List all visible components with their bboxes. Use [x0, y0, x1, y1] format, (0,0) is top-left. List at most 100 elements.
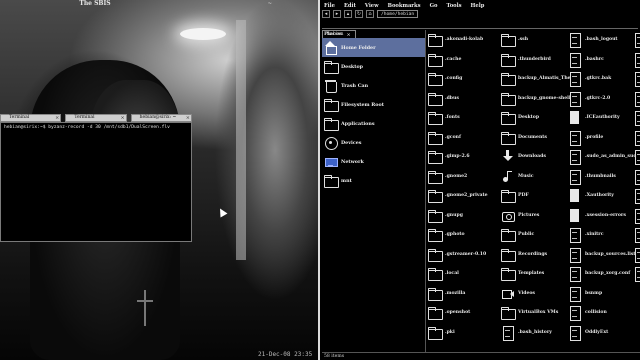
file-item[interactable]: Pictures: [501, 206, 578, 226]
file-icon: [633, 111, 640, 127]
sidebar-item[interactable]: Desktop: [322, 57, 425, 76]
file-item[interactable]: .fonts: [428, 108, 488, 128]
reload-icon[interactable]: ↻: [355, 10, 363, 18]
close-icon[interactable]: ×: [55, 115, 59, 121]
file-item[interactable]: VirtualBox VMs: [501, 303, 578, 323]
location-bar[interactable]: /home/hebian: [377, 10, 419, 18]
file-item[interactable]: .config: [428, 69, 488, 89]
folder-icon: [428, 248, 443, 262]
file-item[interactable]: .gnupg: [428, 206, 488, 226]
file-item[interactable]: .Xauthority: [568, 186, 640, 206]
file-item[interactable]: .thumbnails: [568, 167, 640, 187]
file-item[interactable]: .openshot: [428, 303, 488, 323]
file-name: .profile: [585, 134, 604, 140]
file-item[interactable]: Downloads: [501, 147, 578, 167]
file-item[interactable]: PDF: [501, 186, 578, 206]
menu-bookmarks[interactable]: Bookmarks: [388, 3, 421, 9]
terminal-tab[interactable]: Terminal ×: [0, 114, 62, 122]
file-item[interactable]: .akonadi-kolab: [428, 30, 488, 50]
file-item[interactable]: .gconf: [428, 128, 488, 148]
folder-icon: [428, 228, 443, 243]
file-item[interactable]: .thunderbird: [501, 50, 578, 70]
close-icon[interactable]: ×: [120, 115, 124, 121]
file-item[interactable]: .xsession-errors: [568, 206, 640, 226]
folder-icon: [501, 189, 516, 204]
file-item[interactable]: .sudo_as_admin_successful: [568, 147, 640, 167]
file-name: backup_sources.list: [585, 251, 636, 257]
file-item[interactable]: Documents: [501, 128, 578, 148]
terminal-tab[interactable]: Terminal ×: [65, 114, 127, 122]
file-item[interactable]: .gnome2_private: [428, 186, 488, 206]
file-item[interactable]: [633, 245, 640, 265]
file-item[interactable]: .dbus: [428, 89, 488, 109]
menu-edit[interactable]: Edit: [344, 3, 356, 9]
terminal-window[interactable]: hebian@sirix:~$ byzanz-record -d 30 /mnt…: [0, 122, 192, 242]
file-name: .config: [445, 76, 463, 82]
file-item[interactable]: bsnmp: [568, 284, 640, 304]
file-item[interactable]: .bashrc: [568, 50, 640, 70]
file-item[interactable]: backup_xorg.conf: [568, 264, 640, 284]
file-item[interactable]: [633, 225, 640, 245]
sidebar-item[interactable]: Devices: [322, 133, 425, 152]
sidebar-item[interactable]: Network: [322, 152, 425, 171]
home-icon[interactable]: ⌂: [366, 10, 374, 18]
up-arrow-icon[interactable]: ▴: [344, 10, 352, 18]
sidebar-item[interactable]: Home Folder: [322, 38, 425, 57]
close-icon[interactable]: ×: [186, 115, 190, 121]
file-name: .gphoto: [445, 232, 465, 238]
file-item[interactable]: [633, 69, 640, 89]
menu-file[interactable]: File: [324, 3, 335, 9]
file-item[interactable]: [633, 128, 640, 148]
menu-tools[interactable]: Tools: [446, 3, 461, 9]
file-item[interactable]: [633, 264, 640, 284]
file-item[interactable]: [633, 30, 640, 50]
forward-arrow-icon[interactable]: ▸: [333, 10, 341, 18]
file-item[interactable]: [633, 50, 640, 70]
menu-help[interactable]: Help: [471, 3, 485, 9]
file-item[interactable]: .bash_logout: [568, 30, 640, 50]
file-item[interactable]: .gnome2: [428, 167, 488, 187]
file-item[interactable]: .gtkrc-2.0: [568, 89, 640, 109]
menu-go[interactable]: Go: [430, 3, 438, 9]
sidebar-item[interactable]: Filesystem Root: [322, 95, 425, 114]
terminal-tab-active[interactable]: hebian@sirix: ~ ×: [130, 114, 192, 122]
file-item[interactable]: .profile: [568, 128, 640, 148]
file-item[interactable]: .mozilla: [428, 284, 488, 304]
file-item[interactable]: .gimp-2.6: [428, 147, 488, 167]
file-item[interactable]: OddlyExt: [568, 323, 640, 343]
file-item[interactable]: Desktop: [501, 108, 578, 128]
folder-icon: [501, 131, 516, 145]
file-item[interactable]: .bash_history: [501, 323, 578, 343]
back-arrow-icon[interactable]: ◂: [322, 10, 330, 18]
file-item[interactable]: .gstreamer-0.10: [428, 245, 488, 265]
file-item[interactable]: [633, 89, 640, 109]
sidebar-item[interactable]: Trash Can: [322, 76, 425, 95]
file-item[interactable]: [633, 206, 640, 226]
sidebar-item[interactable]: mnt: [322, 171, 425, 190]
file-item[interactable]: Videos: [501, 284, 578, 304]
file-item[interactable]: .cache: [428, 50, 488, 70]
file-item[interactable]: Public: [501, 225, 578, 245]
file-item[interactable]: .xinitrc: [568, 225, 640, 245]
file-item[interactable]: Music: [501, 167, 578, 187]
file-item[interactable]: .ssh: [501, 30, 578, 50]
file-item[interactable]: Templates: [501, 264, 578, 284]
file-item[interactable]: .gtkrc.bak: [568, 69, 640, 89]
file-item[interactable]: backup_gnome-shell: [501, 89, 578, 109]
file-item[interactable]: backup_sources.list: [568, 245, 640, 265]
file-item[interactable]: .gphoto: [428, 225, 488, 245]
menu-view[interactable]: View: [365, 3, 379, 9]
sidebar-item[interactable]: Applications: [322, 114, 425, 133]
file-item[interactable]: [633, 186, 640, 206]
file-item[interactable]: [633, 108, 640, 128]
ceiling-light: [180, 28, 226, 40]
folder-icon: [501, 33, 516, 48]
file-item[interactable]: .ICEauthority: [568, 108, 640, 128]
file-item[interactable]: backup_Almatis_Theme: [501, 69, 578, 89]
file-item[interactable]: [633, 167, 640, 187]
file-item[interactable]: .local: [428, 264, 488, 284]
file-item[interactable]: collision: [568, 303, 640, 323]
file-item[interactable]: Recordings: [501, 245, 578, 265]
file-item[interactable]: [633, 147, 640, 167]
file-item[interactable]: .pki: [428, 323, 488, 343]
